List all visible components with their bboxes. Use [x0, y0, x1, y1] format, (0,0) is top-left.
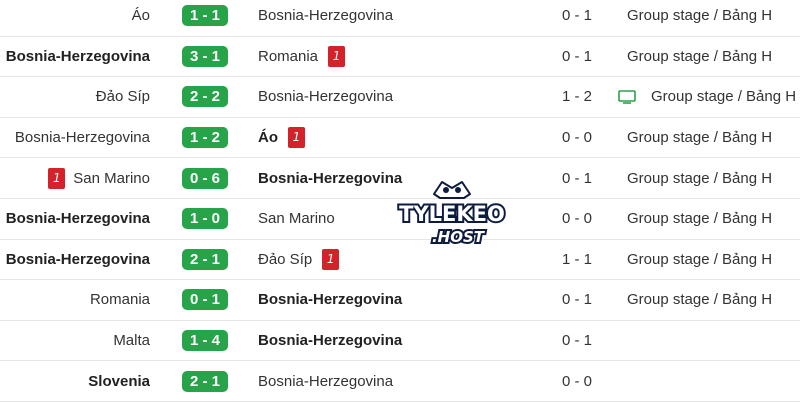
home-team-cell[interactable]: Romania [90, 280, 150, 320]
red-card-icon: 1 [322, 248, 340, 270]
away-team-cell[interactable]: Bosnia-Herzegovina [258, 280, 402, 320]
competition-stage[interactable]: Group stage / Bảng H [627, 199, 772, 239]
score-cell[interactable]: 1 - 0 [182, 199, 228, 239]
score-cell[interactable]: 2 - 2 [182, 77, 228, 117]
away-team-name[interactable]: San Marino [258, 210, 335, 227]
home-team-name[interactable]: Romania [90, 291, 150, 308]
score-badge[interactable]: 2 - 2 [182, 86, 228, 108]
score-badge[interactable]: 1 - 2 [182, 127, 228, 149]
score-cell[interactable]: 1 - 1 [182, 0, 228, 36]
red-card-icon: 1 [328, 45, 346, 67]
away-team-cell[interactable]: Romania 1 [258, 37, 346, 77]
away-team-cell[interactable]: Bosnia-Herzegovina [258, 77, 393, 117]
score-cell[interactable]: 0 - 1 [182, 280, 228, 320]
home-team-cell[interactable]: Đảo Síp [96, 77, 150, 117]
halftime-score: 0 - 1 [561, 47, 592, 65]
halftime-score: 0 - 1 [561, 291, 592, 309]
away-team-cell[interactable]: Đảo Síp 1 [258, 240, 340, 280]
watermark-line2: .HOST [432, 228, 486, 246]
competition-stage[interactable]: Group stage / Bảng H [627, 118, 772, 158]
score-cell[interactable]: 1 - 4 [182, 321, 228, 361]
away-team-cell[interactable]: Bosnia-Herzegovina [258, 0, 393, 36]
competition-stage[interactable]: Group stage / Bảng H [627, 240, 772, 280]
table-row[interactable]: Áo 1 - 1 Bosnia-Herzegovina 0 - 1 Group … [0, 0, 800, 37]
competition-stage[interactable]: Group stage / Bảng H [651, 77, 796, 117]
home-team-cell[interactable]: Slovenia [88, 361, 150, 401]
home-team-cell[interactable]: Bosnia-Herzegovina [6, 240, 150, 280]
home-team-name[interactable]: Đảo Síp [96, 88, 150, 105]
halftime-score: 1 - 2 [561, 88, 592, 106]
away-team-name[interactable]: Bosnia-Herzegovina [258, 332, 402, 349]
halftime-score: 0 - 1 [561, 7, 592, 25]
home-team-name[interactable]: Bosnia-Herzegovina [6, 210, 150, 227]
away-team-cell[interactable]: San Marino [258, 199, 335, 239]
halftime-score: 0 - 0 [561, 210, 592, 228]
score-badge[interactable]: 0 - 1 [182, 289, 228, 311]
table-row[interactable]: Bosnia-Herzegovina 1 - 2 Áo 1 0 - 0 Grou… [0, 118, 800, 159]
away-team-cell[interactable]: Bosnia-Herzegovina [258, 158, 402, 198]
score-cell[interactable]: 2 - 1 [182, 240, 228, 280]
watermark-line1: TYLEKEO [399, 202, 505, 226]
score-badge[interactable]: 1 - 4 [182, 330, 228, 352]
score-badge[interactable]: 0 - 6 [182, 167, 228, 189]
away-team-name[interactable]: Bosnia-Herzegovina [258, 373, 393, 390]
table-row[interactable]: Đảo Síp 2 - 2 Bosnia-Herzegovina 1 - 2 G… [0, 77, 800, 118]
score-badge[interactable]: 1 - 0 [182, 208, 228, 230]
away-team-name[interactable]: Bosnia-Herzegovina [258, 170, 402, 187]
home-team-name[interactable]: Bosnia-Herzegovina [6, 251, 150, 268]
away-team-name[interactable]: Áo [258, 129, 278, 146]
away-team-cell[interactable]: Bosnia-Herzegovina [258, 321, 402, 361]
red-card-icon: 1 [288, 127, 305, 149]
competition-stage[interactable]: Group stage / Bảng H [627, 0, 772, 36]
home-team-cell[interactable]: Bosnia-Herzegovina [15, 118, 150, 158]
home-team-name[interactable]: Malta [113, 332, 150, 349]
red-card-icon: 1 [48, 167, 66, 189]
home-team-name[interactable]: Bosnia-Herzegovina [6, 48, 150, 65]
away-team-name[interactable]: Đảo Síp [258, 251, 312, 268]
table-row[interactable]: Bosnia-Herzegovina 3 - 1 Romania 1 0 - 1… [0, 37, 800, 78]
halftime-score: 0 - 1 [561, 332, 592, 350]
score-badge[interactable]: 1 - 1 [182, 5, 228, 27]
halftime-score: 0 - 0 [561, 372, 592, 390]
home-team-name[interactable]: San Marino [73, 170, 150, 187]
score-badge[interactable]: 2 - 1 [182, 370, 228, 392]
away-team-name[interactable]: Bosnia-Herzegovina [258, 88, 393, 105]
away-team-name[interactable]: Bosnia-Herzegovina [258, 7, 393, 24]
halftime-score: 0 - 1 [561, 169, 592, 187]
away-team-cell[interactable]: Áo 1 [258, 118, 305, 158]
home-team-cell[interactable]: Malta [113, 321, 150, 361]
halftime-score: 0 - 0 [561, 129, 592, 147]
competition-stage[interactable]: Group stage / Bảng H [627, 37, 772, 77]
table-row[interactable]: Romania 0 - 1 Bosnia-Herzegovina 0 - 1 G… [0, 280, 800, 321]
home-team-cell[interactable]: Bosnia-Herzegovina [6, 37, 150, 77]
tylekeo-watermark-logo: TYLEKEO .HOST [397, 181, 507, 248]
home-team-name[interactable]: Bosnia-Herzegovina [15, 129, 150, 146]
home-team-name[interactable]: Áo [132, 7, 150, 24]
score-cell[interactable]: 1 - 2 [182, 118, 228, 158]
home-team-cell[interactable]: Áo [132, 0, 150, 36]
halftime-score: 1 - 1 [561, 250, 592, 268]
away-team-name[interactable]: Bosnia-Herzegovina [258, 291, 402, 308]
score-badge[interactable]: 2 - 1 [182, 248, 228, 270]
score-cell[interactable]: 2 - 1 [182, 361, 228, 401]
tv-icon[interactable] [618, 90, 636, 104]
home-team-cell[interactable]: Bosnia-Herzegovina [6, 199, 150, 239]
away-team-cell[interactable]: Bosnia-Herzegovina [258, 361, 393, 401]
score-cell[interactable]: 3 - 1 [182, 37, 228, 77]
home-team-name[interactable]: Slovenia [88, 373, 150, 390]
home-team-cell[interactable]: 1 San Marino [48, 158, 150, 198]
table-row[interactable]: Slovenia 2 - 1 Bosnia-Herzegovina 0 - 0 [0, 361, 800, 402]
score-badge[interactable]: 3 - 1 [182, 45, 228, 67]
away-team-name[interactable]: Romania [258, 48, 318, 65]
competition-stage[interactable]: Group stage / Bảng H [627, 280, 772, 320]
competition-stage[interactable]: Group stage / Bảng H [627, 158, 772, 198]
score-cell[interactable]: 0 - 6 [182, 158, 228, 198]
table-row[interactable]: Malta 1 - 4 Bosnia-Herzegovina 0 - 1 [0, 321, 800, 362]
